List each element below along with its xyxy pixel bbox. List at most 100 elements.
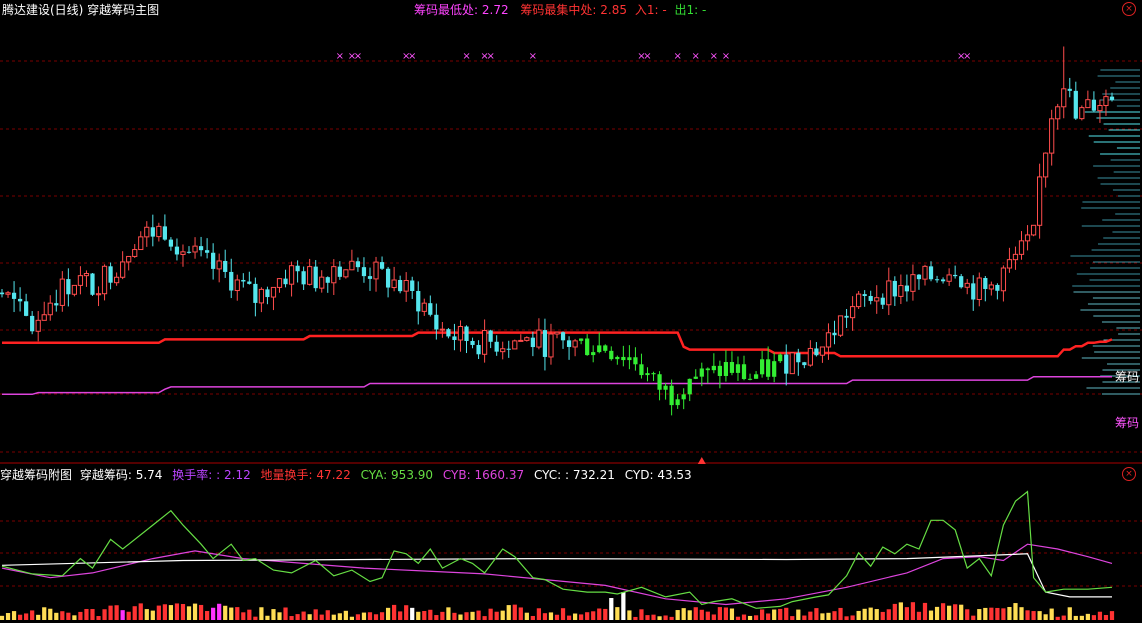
volume-bar <box>30 610 35 620</box>
volume-bar <box>398 611 403 620</box>
candle-body <box>331 266 337 284</box>
volume-bar <box>168 605 174 620</box>
volume-bar <box>1013 603 1018 620</box>
candle-body <box>922 265 928 280</box>
candle-body <box>5 292 11 295</box>
candle-body <box>114 276 120 284</box>
volume-bar <box>518 607 523 620</box>
volume-bar <box>711 614 716 620</box>
volume-bar <box>349 616 355 620</box>
volume-bar <box>910 602 916 620</box>
candle-body <box>47 302 53 316</box>
chip-low-line <box>2 375 1112 396</box>
candle-body <box>554 331 560 335</box>
candle-body <box>1043 152 1049 178</box>
candle-body <box>488 330 493 342</box>
volume-bar <box>1043 614 1048 620</box>
candle-body <box>657 374 662 390</box>
volume-bar <box>723 607 729 620</box>
candle-body <box>186 251 192 253</box>
cya-line <box>1 490 1113 609</box>
volume-bar <box>385 607 391 620</box>
candle-body <box>457 326 464 341</box>
candle-body <box>83 273 90 277</box>
candle-body <box>211 252 216 269</box>
volume-bar <box>609 598 614 620</box>
volume-bar <box>337 613 342 620</box>
candle-body <box>95 293 102 296</box>
candle-body <box>150 227 155 237</box>
kline-chart[interactable]: × ×× ×× × ×× × ×× × × × × ××筹码筹码 <box>0 0 1142 623</box>
volume-bar <box>452 612 457 620</box>
candle-body <box>669 385 674 406</box>
candle-body <box>1103 96 1109 107</box>
volume-bar <box>247 609 252 620</box>
candle-body <box>192 245 198 253</box>
candle-body <box>403 279 409 292</box>
volume-bar <box>591 611 596 620</box>
candle-body <box>428 303 433 315</box>
cya-label: CYA: <box>360 468 388 482</box>
candle-body <box>1012 253 1019 261</box>
close-main-icon[interactable]: × <box>1122 2 1136 16</box>
signal-x-icon: × <box>486 51 494 62</box>
candle-body <box>0 292 5 295</box>
volume-bar <box>904 607 910 620</box>
candle-body <box>223 260 228 272</box>
volume-bar <box>790 616 795 620</box>
volume-bar <box>90 609 95 620</box>
volume-bar <box>1055 616 1060 620</box>
candle-body <box>101 265 108 295</box>
volume-bar <box>211 607 216 620</box>
volume-bar <box>995 607 1000 620</box>
volume-bar <box>0 615 5 620</box>
candle-body <box>1030 224 1037 236</box>
volume-bar <box>663 615 668 620</box>
volume-bar <box>657 616 662 620</box>
candle-body <box>988 284 994 290</box>
volume-bar <box>633 616 638 620</box>
candle-body <box>717 365 722 376</box>
candle-body <box>476 344 481 355</box>
volume-bar <box>934 606 940 620</box>
candle-body <box>633 357 638 365</box>
volume-bar <box>1061 615 1066 620</box>
volume-bar <box>1007 606 1012 620</box>
candle-body <box>343 269 349 278</box>
out-label: 出1: <box>674 3 699 17</box>
volume-bar <box>313 609 318 620</box>
volume-bar <box>940 603 946 620</box>
candle-body <box>844 315 849 318</box>
candle-body <box>1085 99 1091 109</box>
candle-body <box>789 352 795 375</box>
candle-body <box>778 354 783 362</box>
candle-body <box>288 265 295 285</box>
close-sub-icon[interactable]: × <box>1122 467 1136 481</box>
candle-body <box>621 356 626 361</box>
volume-bar <box>983 607 988 620</box>
candle-body <box>1049 118 1055 154</box>
red-line-label: 筹码 <box>1115 370 1139 384</box>
candle-body <box>976 277 982 300</box>
volume-bar <box>494 611 499 620</box>
candle-body <box>276 278 283 288</box>
candle-body <box>802 362 807 366</box>
signal-x-icon: × <box>336 51 344 62</box>
sub-title: 穿越筹码附图 <box>0 468 73 482</box>
cyd-label: CYD: <box>624 468 654 482</box>
volume-bar <box>814 608 819 620</box>
volume-bar <box>669 616 674 620</box>
volume-bar <box>138 603 143 620</box>
volume-bar <box>850 615 855 620</box>
volume-bar <box>971 615 976 620</box>
candle-body <box>325 277 330 283</box>
volume-bar <box>1103 614 1109 620</box>
candle-body <box>301 271 306 285</box>
volume-bar <box>705 611 710 620</box>
volume-bar <box>174 603 180 620</box>
signal-x-icon: × <box>408 51 416 62</box>
cyb-label: CYB: <box>442 468 471 482</box>
volume-bar <box>585 612 590 620</box>
volume-bar <box>832 611 837 620</box>
candle-body <box>597 345 602 353</box>
